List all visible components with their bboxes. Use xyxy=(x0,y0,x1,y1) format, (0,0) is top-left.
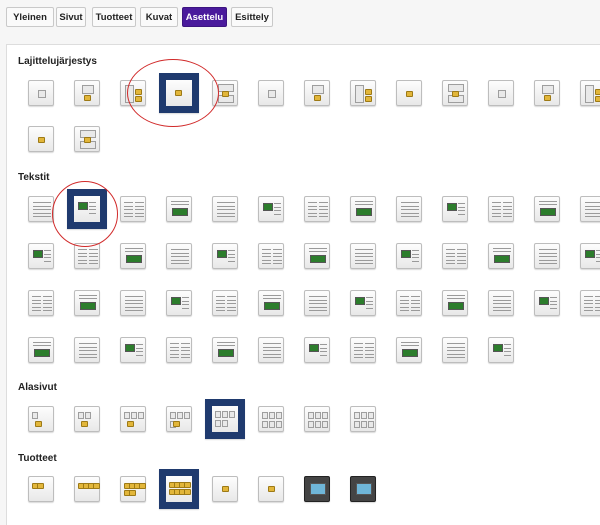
layout-option-tekstit-44[interactable] xyxy=(212,337,238,363)
layout-option-tekstit-41[interactable] xyxy=(74,337,100,363)
tab-bar: Yleinen Sivut Tuotteet Kuvat Asettelu Es… xyxy=(0,0,600,44)
layout-option-alasivut-7[interactable] xyxy=(304,406,330,432)
layout-option-tekstit-50[interactable] xyxy=(488,337,514,363)
layout-option-tekstit-8[interactable] xyxy=(350,196,376,222)
layout-option-lajitteluj-rjestys-14[interactable] xyxy=(28,126,54,152)
layout-option-lajitteluj-rjestys-13[interactable] xyxy=(580,80,600,106)
layout-option-tuotteet-4[interactable] xyxy=(159,469,199,509)
layout-option-tekstit-49[interactable] xyxy=(442,337,468,363)
layout-option-tekstit-23[interactable] xyxy=(442,243,468,269)
layout-option-tekstit-3[interactable] xyxy=(120,196,146,222)
layout-option-lajitteluj-rjestys-6[interactable] xyxy=(258,80,284,106)
layout-option-tekstit-36[interactable] xyxy=(442,290,468,316)
section-title-tekstit: Tekstit xyxy=(18,172,50,183)
layout-option-lajitteluj-rjestys-12[interactable] xyxy=(534,80,560,106)
layout-option-tekstit-12[interactable] xyxy=(534,196,560,222)
tab-yleinen[interactable]: Yleinen xyxy=(6,7,54,27)
layout-option-tekstit-5[interactable] xyxy=(212,196,238,222)
layout-option-tuotteet-1[interactable] xyxy=(28,476,54,502)
layout-option-tekstit-21[interactable] xyxy=(350,243,376,269)
layout-option-lajitteluj-rjestys-10[interactable] xyxy=(442,80,468,106)
annotation-circle xyxy=(127,59,219,127)
layout-option-lajitteluj-rjestys-11[interactable] xyxy=(488,80,514,106)
layout-option-tekstit-6[interactable] xyxy=(258,196,284,222)
layout-option-tekstit-17[interactable] xyxy=(166,243,192,269)
layout-option-tekstit-18[interactable] xyxy=(212,243,238,269)
tab-kuvat[interactable]: Kuvat xyxy=(140,7,178,27)
layout-option-alasivut-8[interactable] xyxy=(350,406,376,432)
layout-option-tekstit-13[interactable] xyxy=(580,196,600,222)
layout-option-tekstit-20[interactable] xyxy=(304,243,330,269)
layout-option-tekstit-26[interactable] xyxy=(580,243,600,269)
layout-option-tekstit-34[interactable] xyxy=(350,290,376,316)
layout-option-tekstit-4[interactable] xyxy=(166,196,192,222)
layout-option-tekstit-29[interactable] xyxy=(120,290,146,316)
layout-option-tekstit-28[interactable] xyxy=(74,290,100,316)
annotation-circle xyxy=(52,181,118,247)
layout-option-tekstit-47[interactable] xyxy=(350,337,376,363)
layout-option-tekstit-19[interactable] xyxy=(258,243,284,269)
layout-option-tekstit-35[interactable] xyxy=(396,290,422,316)
tab-esittely[interactable]: Esittely xyxy=(231,7,273,27)
layout-option-tuotteet-5[interactable] xyxy=(212,476,238,502)
layout-option-tekstit-22[interactable] xyxy=(396,243,422,269)
layout-option-tekstit-9[interactable] xyxy=(396,196,422,222)
layout-option-tekstit-25[interactable] xyxy=(534,243,560,269)
layout-option-alasivut-6[interactable] xyxy=(258,406,284,432)
layout-option-tekstit-46[interactable] xyxy=(304,337,330,363)
layout-option-tekstit-10[interactable] xyxy=(442,196,468,222)
layout-option-tekstit-39[interactable] xyxy=(580,290,600,316)
layout-option-tekstit-14[interactable] xyxy=(28,243,54,269)
layout-option-lajitteluj-rjestys-2[interactable] xyxy=(74,80,100,106)
layout-option-tuotteet-2[interactable] xyxy=(74,476,100,502)
section-title-alasivut: Alasivut xyxy=(18,382,57,393)
section-title-lajittelujarjestys: Lajittelujärjestys xyxy=(18,56,97,67)
layout-option-tekstit-31[interactable] xyxy=(212,290,238,316)
layout-option-lajitteluj-rjestys-9[interactable] xyxy=(396,80,422,106)
tab-tuotteet[interactable]: Tuotteet xyxy=(92,7,136,27)
layout-option-tuotteet-8[interactable] xyxy=(350,476,376,502)
layout-option-alasivut-2[interactable] xyxy=(74,406,100,432)
layout-option-tuotteet-6[interactable] xyxy=(258,476,284,502)
layout-option-lajitteluj-rjestys-7[interactable] xyxy=(304,80,330,106)
layout-option-alasivut-1[interactable] xyxy=(28,406,54,432)
layout-option-tekstit-7[interactable] xyxy=(304,196,330,222)
layout-option-tekstit-45[interactable] xyxy=(258,337,284,363)
layout-option-tekstit-24[interactable] xyxy=(488,243,514,269)
layout-option-lajitteluj-rjestys-15[interactable] xyxy=(74,126,100,152)
tab-asettelu[interactable]: Asettelu xyxy=(182,7,227,27)
layout-option-tuotteet-7[interactable] xyxy=(304,476,330,502)
layout-option-tekstit-11[interactable] xyxy=(488,196,514,222)
layout-panel xyxy=(6,44,600,525)
layout-option-tuotteet-3[interactable] xyxy=(120,476,146,502)
tab-sivut[interactable]: Sivut xyxy=(56,7,86,27)
layout-option-tekstit-40[interactable] xyxy=(28,337,54,363)
layout-option-tekstit-33[interactable] xyxy=(304,290,330,316)
layout-option-lajitteluj-rjestys-1[interactable] xyxy=(28,80,54,106)
layout-option-tekstit-37[interactable] xyxy=(488,290,514,316)
layout-option-tekstit-43[interactable] xyxy=(166,337,192,363)
layout-option-lajitteluj-rjestys-8[interactable] xyxy=(350,80,376,106)
layout-option-alasivut-5[interactable] xyxy=(205,399,245,439)
section-title-tuotteet: Tuotteet xyxy=(18,453,57,464)
layout-option-tekstit-32[interactable] xyxy=(258,290,284,316)
layout-option-tekstit-1[interactable] xyxy=(28,196,54,222)
layout-option-tekstit-30[interactable] xyxy=(166,290,192,316)
layout-option-tekstit-27[interactable] xyxy=(28,290,54,316)
layout-option-tekstit-42[interactable] xyxy=(120,337,146,363)
layout-option-tekstit-48[interactable] xyxy=(396,337,422,363)
layout-option-tekstit-38[interactable] xyxy=(534,290,560,316)
layout-option-tekstit-16[interactable] xyxy=(120,243,146,269)
layout-option-alasivut-3[interactable] xyxy=(120,406,146,432)
layout-option-alasivut-4[interactable] xyxy=(166,406,192,432)
